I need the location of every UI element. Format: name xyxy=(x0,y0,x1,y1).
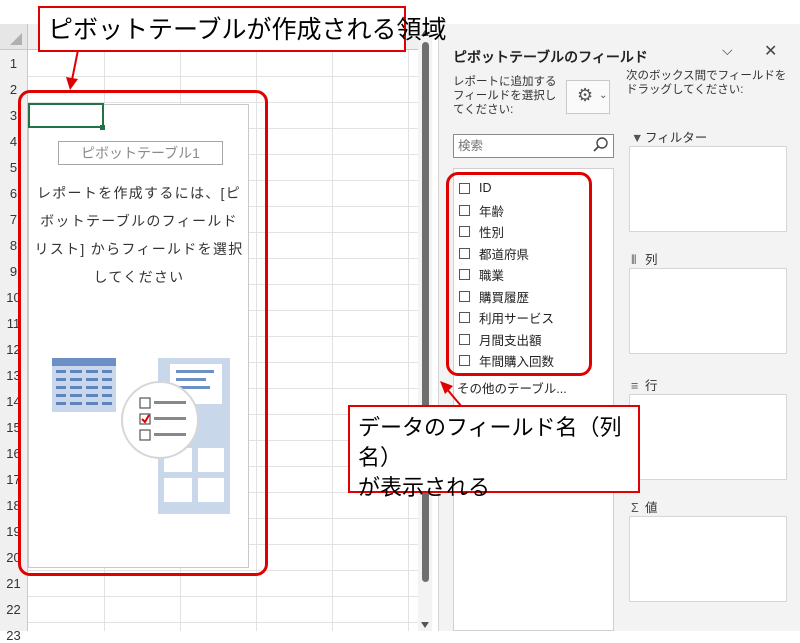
callout-arrow-line xyxy=(71,49,79,81)
callout-line: データのフィールド名（列名） xyxy=(358,415,622,470)
callout-arrows xyxy=(66,49,463,408)
field-names-callout: データのフィールド名（列名） が表示される xyxy=(348,405,640,500)
pivot-area-callout: ピボットテーブルが作成される領域 xyxy=(38,6,447,52)
arrowhead-icon xyxy=(66,77,78,90)
arrowhead-icon xyxy=(440,381,453,394)
callout-line: が表示される xyxy=(358,475,491,500)
